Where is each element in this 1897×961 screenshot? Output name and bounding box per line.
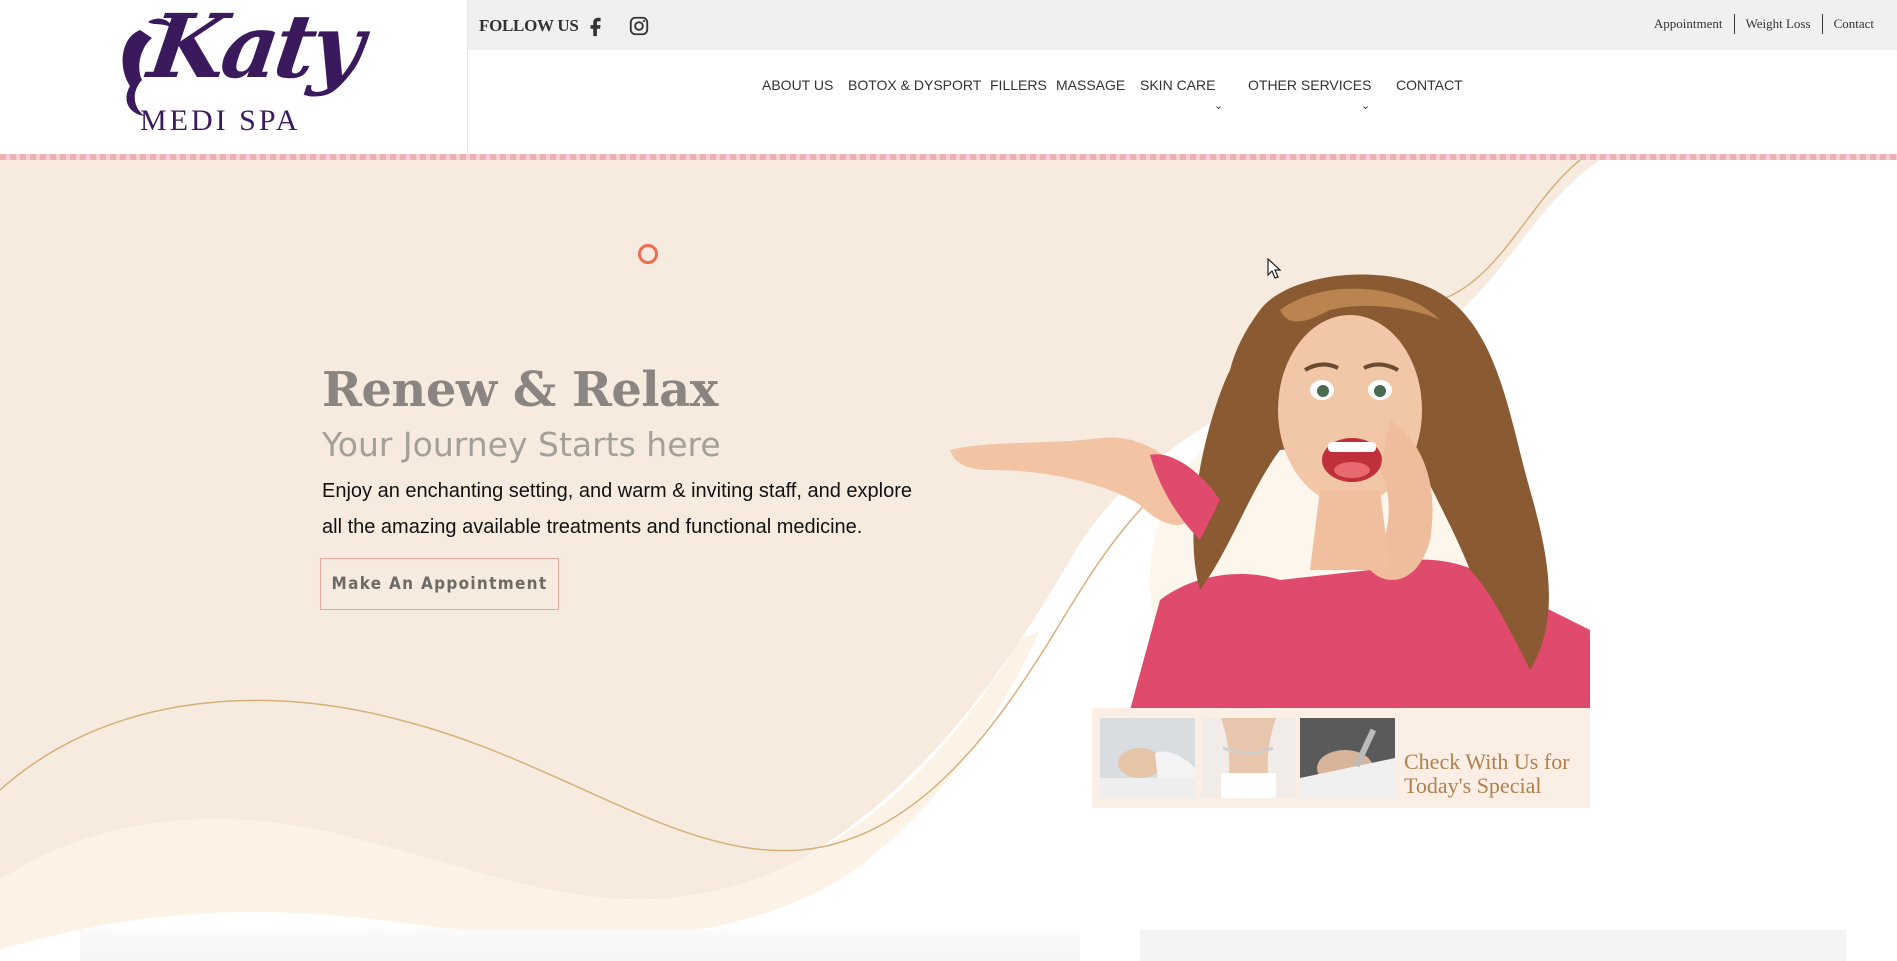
- hero-title: Renew & Relax: [322, 362, 718, 418]
- instagram-icon[interactable]: [628, 15, 650, 37]
- nav-botox-dysport[interactable]: BOTOX & DYSPORT: [848, 77, 981, 93]
- nav-other-services[interactable]: OTHER SERVICES: [1248, 77, 1371, 93]
- site-header: Katy MEDI SPA FOLLOW US Appointment Weig…: [0, 0, 1897, 160]
- hero-section: Check With Us for Today's Special Renew …: [0, 160, 1897, 961]
- section-divider-left: [80, 930, 1080, 961]
- facebook-icon[interactable]: [585, 15, 607, 37]
- top-link-weight-loss[interactable]: Weight Loss: [1735, 14, 1822, 34]
- follow-us-label: FOLLOW US: [479, 16, 579, 35]
- nav-massage[interactable]: MASSAGE: [1056, 77, 1125, 93]
- top-link-appointment[interactable]: Appointment: [1643, 14, 1734, 34]
- loading-spinner: [638, 244, 658, 264]
- hero-subtitle: Your Journey Starts here: [322, 425, 721, 464]
- mouse-cursor-icon: [1267, 258, 1282, 279]
- thumbnail-waist: [1201, 718, 1296, 798]
- top-links: Appointment Weight Loss Contact: [1643, 14, 1874, 34]
- nav-skin-care[interactable]: SKIN CARE: [1140, 77, 1215, 93]
- thumbnail-treatment: [1300, 718, 1395, 798]
- todays-special-banner[interactable]: Check With Us for Today's Special: [1092, 708, 1590, 808]
- nav-about-us[interactable]: ABOUT US: [762, 77, 833, 93]
- chevron-down-icon[interactable]: ⌄: [1214, 99, 1223, 112]
- hero-background: [0, 160, 1897, 950]
- thumbnail-facial: [1100, 718, 1195, 798]
- nav-fillers[interactable]: FILLERS: [990, 77, 1047, 93]
- hero-woman-image: [950, 274, 1590, 710]
- logo-subtext: MEDI SPA: [140, 104, 301, 137]
- logo[interactable]: Katy MEDI SPA: [0, 0, 468, 156]
- nav-contact[interactable]: CONTACT: [1396, 77, 1463, 93]
- hero-description: Enjoy an enchanting setting, and warm & …: [322, 480, 912, 538]
- special-text-line1: Check With Us for: [1404, 749, 1570, 774]
- top-bar: FOLLOW US Appointment Weight Loss Contac…: [468, 0, 1897, 50]
- chevron-down-icon[interactable]: ⌄: [1361, 99, 1370, 112]
- section-divider-right: [1140, 930, 1846, 961]
- top-link-contact[interactable]: Contact: [1823, 14, 1874, 34]
- make-appointment-button[interactable]: Make An Appointment: [320, 558, 559, 610]
- logo-script-text: Katy: [142, 0, 367, 98]
- special-text-line2: Today's Special: [1404, 773, 1542, 798]
